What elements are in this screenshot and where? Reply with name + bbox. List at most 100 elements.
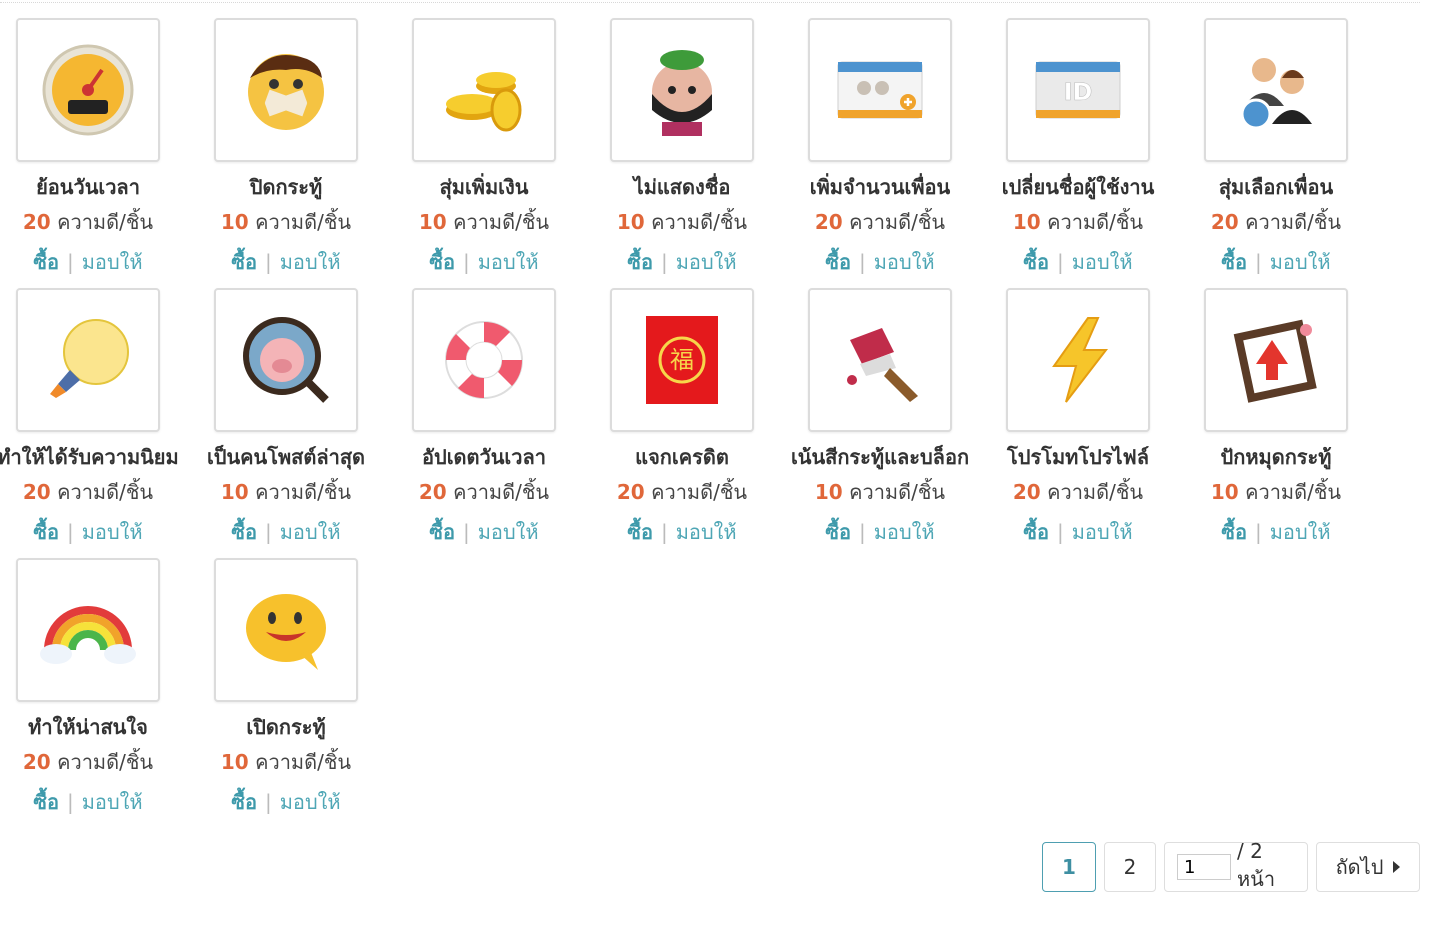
buy-link[interactable]: ซื้อ	[429, 520, 455, 544]
item-price: 20 ความดี/ชิ้น	[780, 206, 980, 238]
price-value: 20	[418, 480, 447, 504]
item-name: ย้อนวันเวลา	[36, 175, 140, 199]
action-separator: |	[463, 250, 470, 274]
pig-magnifier-icon	[243, 317, 329, 403]
item-actions: ซื้อ | มอบให้	[1176, 246, 1376, 278]
add-friends-card-icon	[837, 61, 923, 119]
action-separator: |	[1057, 520, 1064, 544]
price-value: 20	[1210, 210, 1239, 234]
page-jump-input[interactable]	[1177, 854, 1231, 880]
item-thumbnail[interactable]: ID	[1006, 18, 1150, 162]
item-actions: ซื้อ | มอบให้	[582, 246, 782, 278]
item-thumbnail[interactable]	[1204, 18, 1348, 162]
gift-link[interactable]: มอบให้	[82, 790, 143, 814]
gift-link[interactable]: มอบให้	[82, 250, 143, 274]
gift-link[interactable]: มอบให้	[1072, 250, 1133, 274]
price-value: 20	[814, 210, 843, 234]
item-price: 20 ความดี/ชิ้น	[978, 476, 1178, 508]
price-value: 10	[220, 480, 249, 504]
speedometer-icon	[42, 44, 134, 136]
item-actions: ซื้อ | มอบให้	[0, 786, 188, 818]
item-name: ไม่แสดงชื่อ	[633, 175, 731, 199]
item-actions: ซื้อ | มอบให้	[780, 246, 980, 278]
item-thumbnail[interactable]	[808, 18, 952, 162]
top-divider	[0, 2, 1420, 3]
red-envelope-icon: 福	[646, 316, 718, 404]
buy-link[interactable]: ซื้อ	[33, 520, 59, 544]
gold-coins-icon	[446, 72, 522, 132]
item-thumbnail[interactable]	[412, 18, 556, 162]
next-page-button[interactable]: ถัดไป	[1316, 842, 1420, 892]
item-thumbnail[interactable]	[214, 288, 358, 432]
buy-link[interactable]: ซื้อ	[231, 520, 257, 544]
item-name: ปักหมุดกระทู้	[1220, 445, 1332, 469]
item-price: 20 ความดี/ชิ้น	[384, 476, 584, 508]
item-price: 10 ความดี/ชิ้น	[582, 206, 782, 238]
price-unit: ความดี/ชิ้น	[651, 210, 748, 234]
price-unit: ความดี/ชิ้น	[1245, 210, 1342, 234]
buy-link[interactable]: ซื้อ	[429, 250, 455, 274]
item-price: 10 ความดี/ชิ้น	[186, 206, 386, 238]
buy-link[interactable]: ซื้อ	[1023, 250, 1049, 274]
id-card-icon: ID	[1035, 61, 1121, 119]
price-value: 20	[1012, 480, 1041, 504]
action-separator: |	[661, 250, 668, 274]
gift-link[interactable]: มอบให้	[478, 250, 539, 274]
item-price: 10 ความดี/ชิ้น	[186, 476, 386, 508]
price-value: 20	[22, 210, 51, 234]
gift-link[interactable]: มอบให้	[1072, 520, 1133, 544]
page-1-button[interactable]: 1	[1042, 842, 1096, 892]
item-price: 10 ความดี/ชิ้น	[978, 206, 1178, 238]
action-separator: |	[1057, 250, 1064, 274]
buy-link[interactable]: ซื้อ	[1023, 520, 1049, 544]
buy-link[interactable]: ซื้อ	[627, 520, 653, 544]
item-name: ทำให้น่าสนใจ	[28, 715, 148, 739]
item-thumbnail[interactable]	[214, 558, 358, 702]
buy-link[interactable]: ซื้อ	[33, 250, 59, 274]
item-thumbnail[interactable]	[1006, 288, 1150, 432]
item-thumbnail[interactable]	[610, 18, 754, 162]
page-2-button[interactable]: 2	[1104, 842, 1156, 892]
buy-link[interactable]: ซื้อ	[1221, 250, 1247, 274]
buy-link[interactable]: ซื้อ	[33, 790, 59, 814]
item-thumbnail[interactable]	[16, 288, 160, 432]
item-actions: ซื้อ | มอบให้	[186, 516, 386, 548]
gift-link[interactable]: มอบให้	[280, 520, 341, 544]
item-actions: ซื้อ | มอบให้	[978, 246, 1178, 278]
gift-link[interactable]: มอบให้	[1270, 250, 1331, 274]
gift-link[interactable]: มอบให้	[478, 520, 539, 544]
taped-mouth-face-icon	[248, 54, 324, 130]
price-unit: ความดี/ชิ้น	[651, 480, 748, 504]
buy-link[interactable]: ซื้อ	[825, 250, 851, 274]
item-thumbnail[interactable]	[412, 288, 556, 432]
gift-link[interactable]: มอบให้	[1270, 520, 1331, 544]
gift-link[interactable]: มอบให้	[280, 790, 341, 814]
gift-link[interactable]: มอบให้	[874, 250, 935, 274]
item-thumbnail[interactable]	[214, 18, 358, 162]
item-actions: ซื้อ | มอบให้	[0, 516, 188, 548]
buy-link[interactable]: ซื้อ	[825, 520, 851, 544]
gift-link[interactable]: มอบให้	[676, 520, 737, 544]
price-unit: ความดี/ชิ้น	[1047, 480, 1144, 504]
item-price: 10 ความดี/ชิ้น	[780, 476, 980, 508]
paint-brush-icon	[847, 328, 918, 402]
gift-link[interactable]: มอบให้	[676, 250, 737, 274]
item-thumbnail[interactable]: 福	[610, 288, 754, 432]
price-unit: ความดี/ชิ้น	[1245, 480, 1342, 504]
buy-link[interactable]: ซื้อ	[1221, 520, 1247, 544]
buy-link[interactable]: ซื้อ	[231, 790, 257, 814]
item-thumbnail[interactable]	[1204, 288, 1348, 432]
item-thumbnail[interactable]	[16, 18, 160, 162]
item-thumbnail[interactable]	[808, 288, 952, 432]
item-thumbnail[interactable]	[16, 558, 160, 702]
gift-link[interactable]: มอบให้	[82, 520, 143, 544]
item-name: ทำให้ได้รับความนิยม	[0, 445, 179, 469]
price-value: 10	[1210, 480, 1239, 504]
light-bulb-icon	[50, 319, 129, 398]
item-actions: ซื้อ | มอบให้	[0, 246, 188, 278]
gift-link[interactable]: มอบให้	[280, 250, 341, 274]
item-name: เปิดกระทู้	[246, 715, 326, 739]
gift-link[interactable]: มอบให้	[874, 520, 935, 544]
buy-link[interactable]: ซื้อ	[627, 250, 653, 274]
buy-link[interactable]: ซื้อ	[231, 250, 257, 274]
